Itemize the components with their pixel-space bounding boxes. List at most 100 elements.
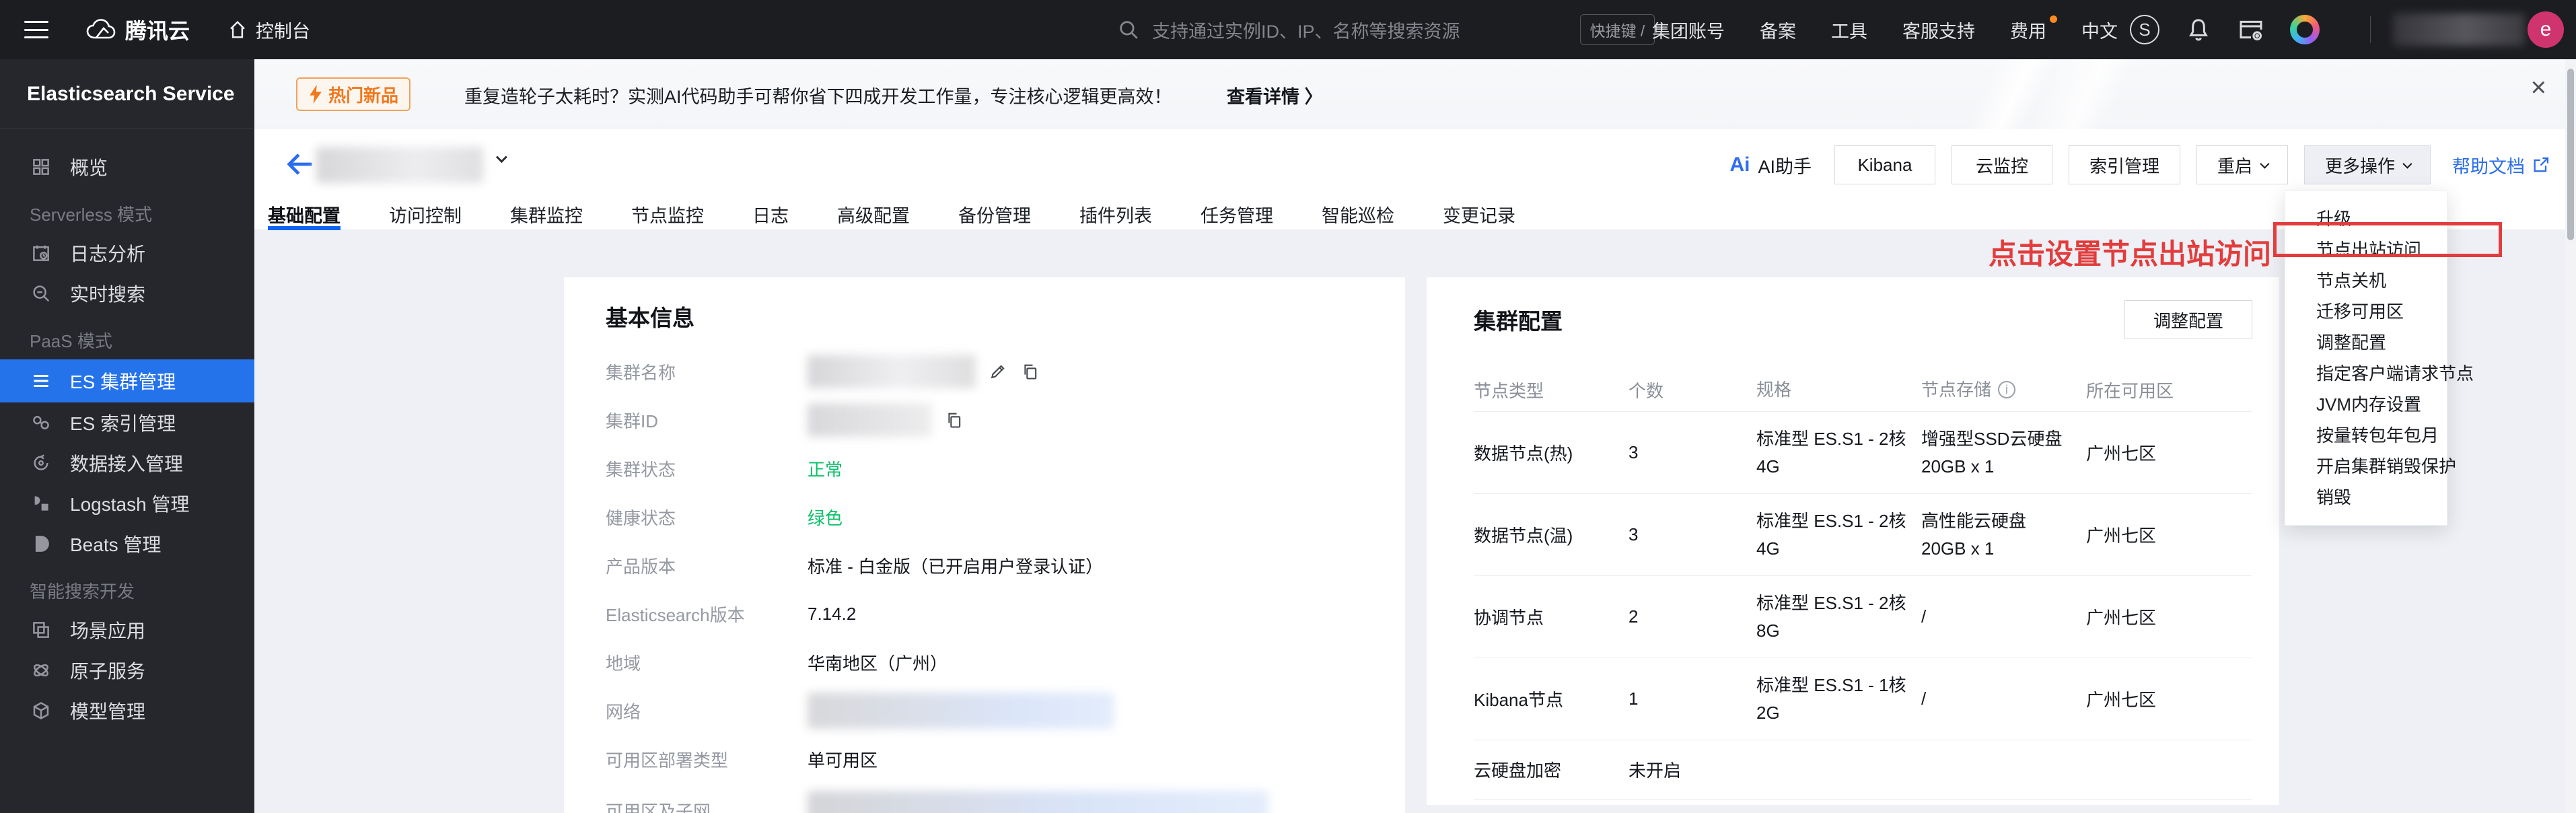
copy-icon[interactable] [944,410,964,430]
tab-plugin-list[interactable]: 插件列表 [1079,199,1152,230]
sidebar-item-es-cluster-manage[interactable]: ES 集群管理 [0,359,254,402]
help-doc-link[interactable]: 帮助文档 [2452,152,2550,178]
back-arrow-icon[interactable] [283,147,318,182]
console-link[interactable]: 控制台 [227,17,310,43]
sidebar-title: Elasticsearch Service [0,59,254,129]
sidebar-item-realtime-search[interactable]: 实时搜索 [0,273,254,314]
global-search[interactable]: 支持通过实例ID、IP、名称等搜索资源 快捷键 / [1117,0,1655,59]
assistant-colorful-icon[interactable] [2290,15,2320,44]
topbar-link-group-account[interactable]: 集团账号 [1652,17,1725,43]
topbar: 腾讯云 控制台 支持通过实例ID、IP、名称等搜索资源 快捷键 / 集 [0,0,2576,59]
table-row: 协调节点 2 标准型 ES.S1 - 2核 8G / 广州七区 [1474,576,2252,658]
shortcut-badge: 快捷键 / [1580,14,1655,45]
chevron-down-icon [2402,160,2412,169]
sidebar-item-model-manage[interactable]: 模型管理 [0,691,254,731]
info-row-es-version: Elasticsearch版本 7.14.2 [606,590,1405,638]
col-count: 个数 [1629,378,1756,402]
menu-item-node-outbound-access[interactable]: 节点出站访问 [2285,234,2447,265]
tab-advanced-config[interactable]: 高级配置 [837,199,910,230]
s-circle-icon[interactable]: S [2130,15,2159,44]
topbar-link-support[interactable]: 客服支持 [1902,17,1975,43]
sidebar-item-es-index-manage[interactable]: ES 索引管理 [0,402,254,443]
topbar-link-tools[interactable]: 工具 [1831,17,1867,43]
menu-item-billing-switch[interactable]: 按量转包年包月 [2285,420,2447,451]
product-version-value: 标准 - 白金版（已开启用户登录认证） [808,553,1103,578]
tab-node-monitor[interactable]: 节点监控 [631,199,704,230]
hamburger-menu-icon[interactable] [24,21,48,38]
tab-backup-manage[interactable]: 备份管理 [958,199,1031,230]
table-row: 数据节点(热) 3 标准型 ES.S1 - 2核 4G 增强型SSD云硬盘 20… [1474,412,2252,494]
table-header-row: 节点类型 个数 规格 节点存储i 所在可用区 [1474,369,2252,412]
index-manage-button[interactable]: 索引管理 [2069,145,2180,184]
menu-item-destroy[interactable]: 销毁 [2285,482,2447,513]
col-node-storage: 节点存储i [1921,376,2086,403]
table-row: 云硬盘加密 未开启 [1474,740,2252,800]
sidebar-item-data-ingest-manage[interactable]: 数据接入管理 [0,443,254,483]
log-analysis-icon [30,243,52,263]
tab-cluster-monitor[interactable]: 集群监控 [510,199,583,230]
cluster-tabs: 基础配置 访问控制 集群监控 节点监控 日志 高级配置 备份管理 插件列表 任务… [254,199,2576,230]
info-row-az-deploy-type: 可用区部署类型 单可用区 [606,735,1405,783]
menu-item-adjust-config[interactable]: 调整配置 [2285,327,2447,358]
banner-close-icon[interactable]: × [2531,74,2546,101]
menu-item-client-request-node[interactable]: 指定客户端请求节点 [2285,358,2447,389]
tab-logs[interactable]: 日志 [752,199,789,230]
sidebar-item-log-analysis[interactable]: 日志分析 [0,233,254,273]
topbar-link-language[interactable]: 中文 [2081,17,2118,43]
topbar-link-icp[interactable]: 备案 [1760,17,1796,43]
annotation-text: 点击设置节点出站访问 [1989,232,2271,273]
tab-access-control[interactable]: 访问控制 [389,199,462,230]
hot-badge: 热门新品 [296,77,410,111]
adjust-config-button[interactable]: 调整配置 [2124,300,2252,339]
avatar[interactable]: e [2528,11,2564,48]
menu-item-destroy-protection[interactable]: 开启集群销毁保护 [2285,451,2447,482]
sidebar-item-logstash-manage[interactable]: Logstash 管理 [0,483,254,524]
more-actions-button[interactable]: 更多操作 [2304,145,2431,184]
copy-icon[interactable] [1020,361,1040,382]
chevron-down-icon [496,151,507,163]
az-subnet-value-masked [808,791,1268,813]
tab-basic-config[interactable]: 基础配置 [268,199,341,230]
az-deploy-type-value: 单可用区 [808,747,878,772]
sidebar-item-overview[interactable]: 概览 [0,147,254,187]
tab-smart-inspection[interactable]: 智能巡检 [1322,199,1394,230]
info-row-cluster-status: 集群状态 正常 [606,444,1405,493]
cluster-header: Ai AI助手 Kibana 云监控 索引管理 重启 更多操作 帮助文档 [254,129,2576,199]
topbar-link-billing[interactable]: 费用 [2010,17,2046,43]
restart-button[interactable]: 重启 [2196,145,2288,184]
info-row-region: 地域 华南地区（广州） [606,638,1405,686]
page-scrollbar-thumb[interactable] [2567,69,2574,240]
menu-item-jvm-memory[interactable]: JVM内存设置 [2285,389,2447,420]
atomic-service-icon [30,660,52,680]
menu-item-node-shutdown[interactable]: 节点关机 [2285,265,2447,296]
ai-assistant-button[interactable]: Ai AI助手 [1729,152,1812,178]
sidebar-item-scene-app[interactable]: 场景应用 [0,610,254,650]
edit-icon[interactable] [988,361,1008,382]
search-icon [1117,18,1140,41]
topbar-links: 集团账号 备案 工具 客服支持 费用 中文 [1652,0,2118,59]
kibana-button[interactable]: Kibana [1834,145,1935,184]
cluster-selector[interactable] [497,153,505,166]
tab-task-manage[interactable]: 任务管理 [1201,199,1273,230]
info-icon[interactable]: i [1998,381,2015,398]
tab-change-record[interactable]: 变更记录 [1443,199,1515,230]
chevron-down-icon [2260,160,2269,169]
menu-item-migrate-az[interactable]: 迁移可用区 [2285,296,2447,327]
banner-detail-link[interactable]: 查看详情 〉 [1227,82,1323,108]
tencent-cloud-logo[interactable]: 腾讯云 [86,14,190,45]
menu-item-upgrade[interactable]: 升级 [2285,203,2447,234]
col-spec: 规格 [1756,376,1921,403]
sidebar-item-beats-manage[interactable]: Beats 管理 [0,524,254,564]
sidebar-item-atomic-service[interactable]: 原子服务 [0,650,254,691]
scene-app-icon [30,620,52,640]
cluster-id-value-masked [808,403,932,437]
info-row-cluster-id: 集群ID [606,396,1405,444]
cloud-monitor-button[interactable]: 云监控 [1952,145,2052,184]
table-row: 数据节点(温) 3 标准型 ES.S1 - 2核 4G 高性能云硬盘 20GB … [1474,494,2252,576]
more-actions-menu: 升级 节点出站访问 节点关机 迁移可用区 调整配置 指定客户端请求节点 JVM内… [2285,190,2447,526]
bell-icon[interactable] [2185,16,2212,43]
console-settings-icon[interactable] [2238,16,2264,43]
topbar-divider [2370,16,2371,43]
info-row-cluster-name: 集群名称 [606,347,1405,396]
beats-icon [30,534,52,554]
